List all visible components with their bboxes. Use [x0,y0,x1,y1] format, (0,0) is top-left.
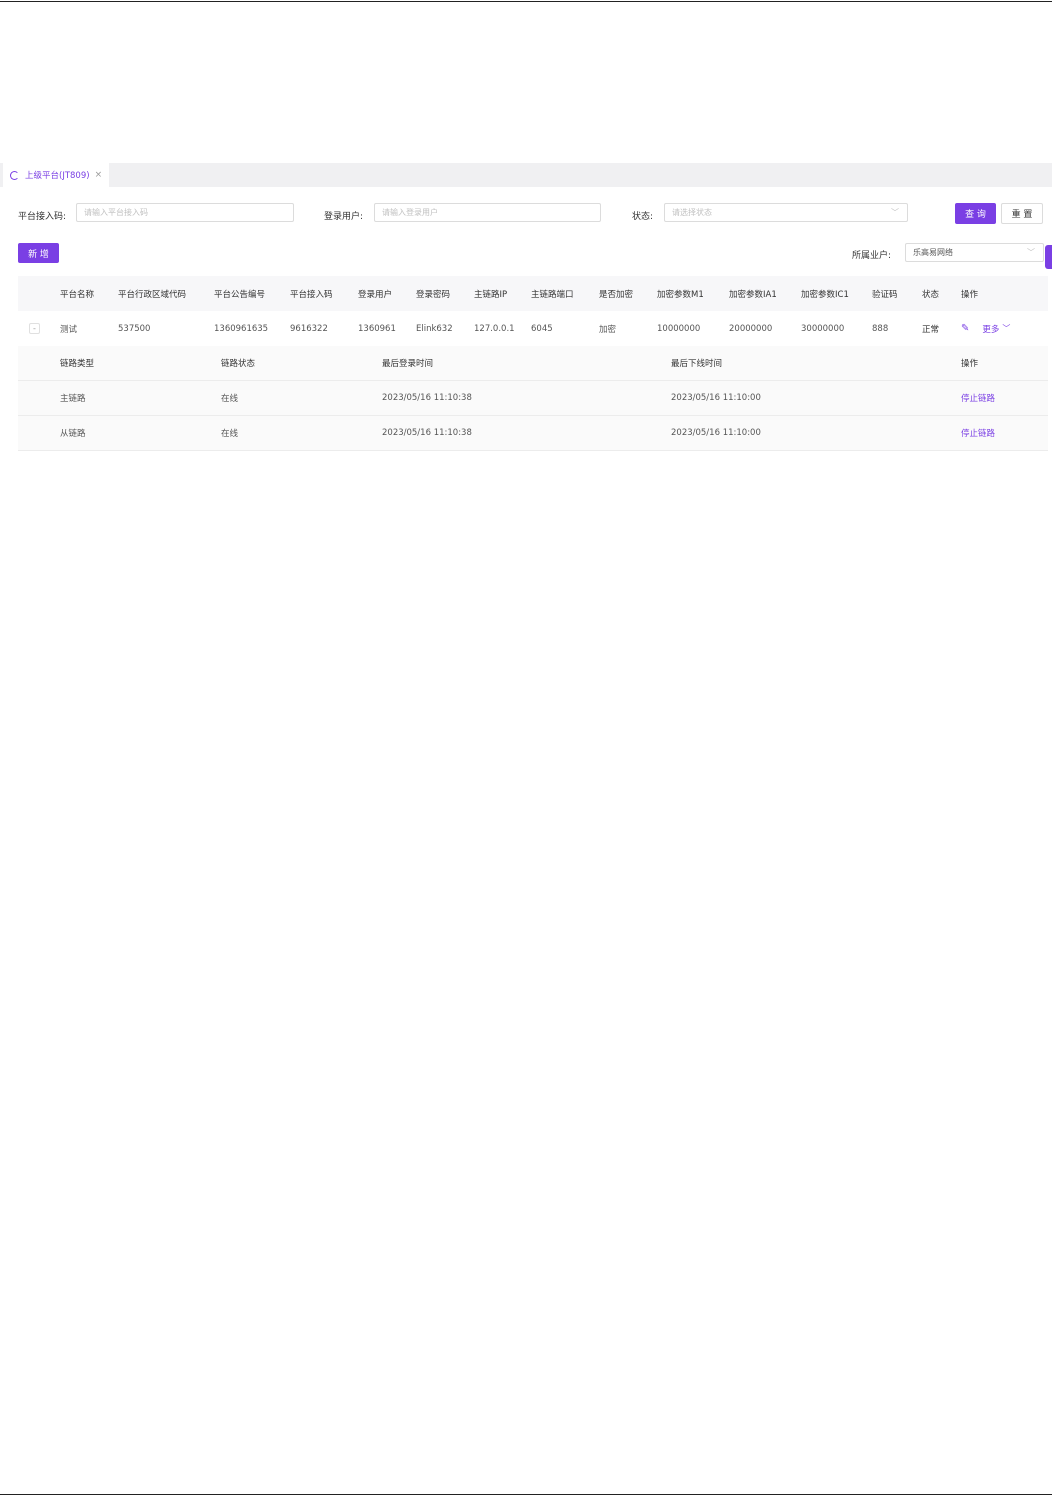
header-main-port: 主链路端口 [531,289,574,300]
table-row: - 测试 537500 1360961635 9616322 1360961 E… [18,311,1048,347]
login-user-placeholder: 请输入登录用户 [382,208,438,217]
status-select[interactable]: 请选择状态 ﹀ [664,203,908,222]
stop-link-button[interactable]: 停止链路 [961,416,995,450]
page-top-rule [0,1,1052,2]
status-placeholder: 请选择状态 [672,208,712,217]
header-last-login: 最后登录时间 [382,359,434,369]
header-login-user: 登录用户 [358,289,393,300]
tenant-label: 所属业户: [852,251,892,261]
cell-param-m1: 10000000 [657,323,701,334]
cell-main-port: 6045 [531,323,553,334]
cell-last-login: 2023/05/16 11:10:38 [382,393,472,403]
close-icon[interactable]: × [95,170,103,180]
login-user-label: 登录用户: [324,212,364,222]
subtable-row: 从链路 在线 2023/05/16 11:10:38 2023/05/16 11… [18,416,1048,451]
cell-param-ia1: 20000000 [729,323,773,334]
cell-verify-code: 888 [872,323,889,334]
header-link-status: 链路状态 [221,359,256,369]
status-label: 状态: [632,212,654,222]
tab-bar: 上级平台(JT809) × [0,163,1052,187]
tab-jt809[interactable]: 上级平台(JT809) × [3,163,109,187]
header-region-code: 平台行政区域代码 [118,289,187,300]
access-code-label: 平台接入码: [18,212,67,222]
header-main-ip: 主链路IP [474,289,508,300]
subtable-header: 链路类型 链路状态 最后登录时间 最后下线时间 操作 [18,346,1048,381]
subtable-row: 主链路 在线 2023/05/16 11:10:38 2023/05/16 11… [18,381,1048,416]
cell-status: 正常 [922,324,940,335]
more-link[interactable]: 更多 [982,323,999,335]
header-verify-code: 验证码 [872,289,898,300]
chevron-down-icon: ﹀ [1027,248,1035,257]
cell-encrypted: 加密 [599,324,617,335]
side-drawer-handle[interactable] [1045,245,1052,269]
access-code-placeholder: 请输入平台接入码 [84,208,148,217]
cell-last-offline: 2023/05/16 11:10:00 [671,428,761,438]
access-code-input[interactable]: 请输入平台接入码 [76,203,294,222]
header-param-ic1: 加密参数IC1 [801,289,849,300]
cell-link-type: 从链路 [60,429,86,439]
platform-table: 平台名称 平台行政区域代码 平台公告编号 平台接入码 登录用户 登录密码 主链路… [18,276,1048,347]
cell-link-status: 在线 [221,429,239,439]
tab-label: 上级平台(JT809) [25,171,90,181]
chevron-down-icon: ﹀ [1002,324,1011,333]
cell-actions: ✎ 更多 ﹀ [961,311,1010,346]
chevron-down-icon: ﹀ [891,208,899,217]
edit-icon[interactable]: ✎ [961,323,969,334]
header-param-m1: 加密参数M1 [657,289,704,300]
cell-link-type: 主链路 [60,394,86,404]
cell-access-code: 9616322 [290,323,328,334]
page-bottom-rule [0,1494,1052,1495]
add-button[interactable]: 新 增 [18,243,59,263]
reset-button[interactable]: 重 置 [1001,203,1043,224]
login-user-input[interactable]: 请输入登录用户 [374,203,601,222]
table-header: 平台名称 平台行政区域代码 平台公告编号 平台接入码 登录用户 登录密码 主链路… [18,276,1048,311]
header-login-password: 登录密码 [416,289,451,300]
query-button[interactable]: 查 询 [955,203,996,224]
loading-icon [10,170,19,180]
stop-link-button[interactable]: 停止链路 [961,381,995,415]
collapse-row-button[interactable]: - [29,323,40,334]
header-notice-number: 平台公告编号 [214,289,266,300]
link-subtable: 链路类型 链路状态 最后登录时间 最后下线时间 操作 主链路 在线 2023/0… [18,346,1048,451]
tenant-select[interactable]: 乐高易网络 ﹀ [905,243,1044,262]
cell-notice-number: 1360961635 [214,323,269,334]
header-actions: 操作 [961,289,979,300]
header-status: 状态 [922,289,940,300]
cell-platform-name: 测试 [60,324,78,335]
cell-link-status: 在线 [221,394,239,404]
cell-main-ip: 127.0.0.1 [474,323,515,334]
header-encrypted: 是否加密 [599,289,634,300]
header-sub-actions: 操作 [961,359,979,369]
header-access-code: 平台接入码 [290,289,333,300]
cell-region-code: 537500 [118,323,151,334]
cell-last-offline: 2023/05/16 11:10:00 [671,393,761,403]
cell-login-password: Elink632 [416,323,453,334]
header-link-type: 链路类型 [60,359,95,369]
header-param-ia1: 加密参数IA1 [729,289,777,300]
cell-login-user: 1360961 [358,323,396,334]
header-last-offline: 最后下线时间 [671,359,723,369]
cell-param-ic1: 30000000 [801,323,845,334]
header-platform-name: 平台名称 [60,289,95,300]
cell-last-login: 2023/05/16 11:10:38 [382,428,472,438]
tenant-value: 乐高易网络 [913,248,953,257]
